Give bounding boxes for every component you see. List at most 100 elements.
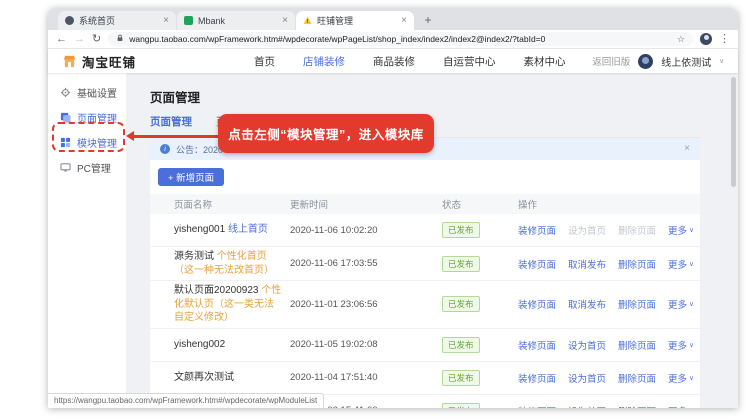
action-decorate-page[interactable]: 装修页面 [518,257,556,271]
update-time: 2020-11-06 10:02:20 [290,224,378,236]
close-tab-icon[interactable]: × [401,15,407,26]
warning-favicon-icon [303,16,312,25]
page-name: 源务测试 [174,251,214,262]
update-time: 2020-11-01 23:06:56 [290,298,378,310]
chevron-down-icon[interactable]: ∨ [719,57,724,65]
action-unpublish[interactable]: 取消发布 [568,257,606,271]
page-name: 文颜再次测试 [174,371,234,383]
page-list-card: i 公告：2020双11店铺装修 × + 新增页面 页面名称 更新时间 状态 操… [150,138,700,408]
vertical-scrollbar[interactable] [731,77,736,187]
action-delete-page[interactable]: 删除页面 [618,338,656,352]
more-label: 更多 [668,226,688,237]
page-name: 默认页面20200923 [174,285,259,296]
table-row: yisheng002 2020-11-05 19:02:08 已发布 装修页面 … [150,329,700,362]
nav-self-operate-center[interactable]: 自运营中心 [443,54,496,69]
action-decorate-page[interactable]: 装修页面 [518,338,556,352]
reload-icon[interactable]: ↻ [92,33,101,45]
sidebar-item-label: PC管理 [77,164,111,175]
bookmark-star-icon[interactable]: ☆ [677,34,685,45]
action-set-homepage[interactable]: 设为首页 [568,404,606,409]
action-set-homepage[interactable]: 设为首页 [568,371,606,385]
toolbar-row: + 新增页面 [150,160,700,194]
tutorial-callout: 点击左侧“模块管理”，进入模块库 [218,114,434,153]
tab-label: Mbank [198,15,226,26]
page-name: yisheng002 [174,338,226,350]
caret-down-icon: ∨ [689,227,694,234]
action-more[interactable]: 更多∨ [668,297,694,311]
action-more[interactable]: 更多∨ [668,338,694,352]
action-more[interactable]: 更多∨ [668,371,694,385]
close-tab-icon[interactable]: × [282,15,288,26]
back-to-old-version-link[interactable]: 返回旧版 [592,54,630,68]
gear-icon [60,87,71,98]
taobao-wangpu-logo[interactable]: 淘宝旺铺 [62,52,136,71]
action-more[interactable]: 更多∨ [668,257,694,271]
action-unpublish[interactable]: 取消发布 [568,297,606,311]
update-time: 2020-11-05 19:02:08 [290,339,378,350]
close-notice-icon[interactable]: × [684,144,690,154]
update-time: 2020-11-04 17:51:40 [290,372,378,383]
browser-menu-icon[interactable]: ⋮ [719,33,730,45]
url-text: wangpu.taobao.com/wpFramework.htm#/wpdec… [129,34,546,44]
update-time: 2020-11-06 17:03:55 [290,258,378,269]
table-row: 默认页面20200923 个性化默认页（这一类无法自定义修改） 2020-11-… [150,281,700,329]
nav-material-center[interactable]: 素材中心 [524,54,566,69]
notice-text: 公告：2020双11店铺装修 [176,144,222,155]
sidebar-item-pc-management[interactable]: PC管理 [48,155,126,180]
browser-window: 系统首页 × Mbank × 旺铺管理 × + ← → ↻ wangpu.tao… [48,8,738,408]
tab-label: 系统首页 [79,16,116,26]
browser-toolbar: ← → ↻ wangpu.taobao.com/wpFramework.htm#… [48,30,738,49]
action-decorate-page[interactable]: 装修页面 [518,371,556,385]
browser-profile-avatar[interactable] [700,33,712,45]
page-name: yisheng001 [174,224,226,236]
status-badge: 已发布 [442,222,480,238]
new-tab-button[interactable]: + [419,11,437,29]
globe-favicon-icon [65,16,74,25]
sidebar-item-basic-settings[interactable]: 基础设置 [48,80,126,105]
link-status-tooltip: https://wangpu.taobao.com/wpFramework.ht… [48,393,325,408]
username[interactable]: 线上依测试 [661,54,711,69]
col-page-name: 页面名称 [174,200,213,211]
browser-tab-system-home[interactable]: 系统首页 × [58,11,176,30]
browser-tab-mbank[interactable]: Mbank × [177,11,295,30]
mbank-favicon-icon [184,16,193,25]
table-header: 页面名称 更新时间 状态 操作 [150,194,700,214]
header-right: 返回旧版 线上依测试 ∨ [592,53,724,69]
action-decorate-page[interactable]: 装修页面 [518,297,556,311]
lock-icon [116,34,124,44]
site-nav: 首页 店铺装修 商品装修 自运营中心 素材中心 [254,54,566,69]
info-icon: i [160,144,170,154]
browser-tab-wangpu-active[interactable]: 旺铺管理 × [296,11,414,30]
action-decorate-page[interactable]: 装修页面 [518,404,556,409]
caret-down-icon: ∨ [689,301,694,309]
caret-down-icon: ∨ [689,341,694,349]
caret-down-icon: ∨ [689,407,694,409]
action-delete-page[interactable]: 删除页面 [618,297,656,311]
action-set-homepage[interactable]: 设为首页 [568,338,606,352]
page-note-link[interactable]: 线上首页 [228,224,268,235]
nav-shop-decorate[interactable]: 店铺装修 [303,54,345,69]
close-tab-icon[interactable]: × [163,15,169,26]
address-bar[interactable]: wangpu.taobao.com/wpFramework.htm#/wpdec… [108,32,693,46]
page-title: 页面管理 [150,91,201,105]
col-status: 状态 [442,200,462,211]
action-delete-page[interactable]: 删除页面 [618,371,656,385]
nav-home[interactable]: 首页 [254,54,275,69]
tab-label: 旺铺管理 [317,16,354,26]
action-delete-page[interactable]: 删除页面 [618,257,656,271]
action-more[interactable]: 更多∨ [668,223,694,237]
tab-page-management[interactable]: 页面管理 [150,114,192,137]
status-badge: 已发布 [442,336,480,353]
table-row: yisheng001 线上首页 2020-11-06 10:02:20 已发布 … [150,214,700,247]
action-delete-page[interactable]: 删除页面 [618,404,656,409]
table-row: 文颜再次测试 2020-11-04 17:51:40 已发布 装修页面 设为首页… [150,362,700,395]
more-label: 更多 [668,340,688,352]
action-more[interactable]: 更多∨ [668,404,694,409]
user-avatar[interactable] [638,53,654,69]
new-page-button[interactable]: + 新增页面 [158,168,225,186]
nav-item-decorate[interactable]: 商品装修 [373,54,415,69]
forward-icon: → [74,32,85,45]
back-icon[interactable]: ← [56,33,67,45]
monitor-icon [60,163,71,172]
action-decorate-page[interactable]: 装修页面 [518,223,556,237]
